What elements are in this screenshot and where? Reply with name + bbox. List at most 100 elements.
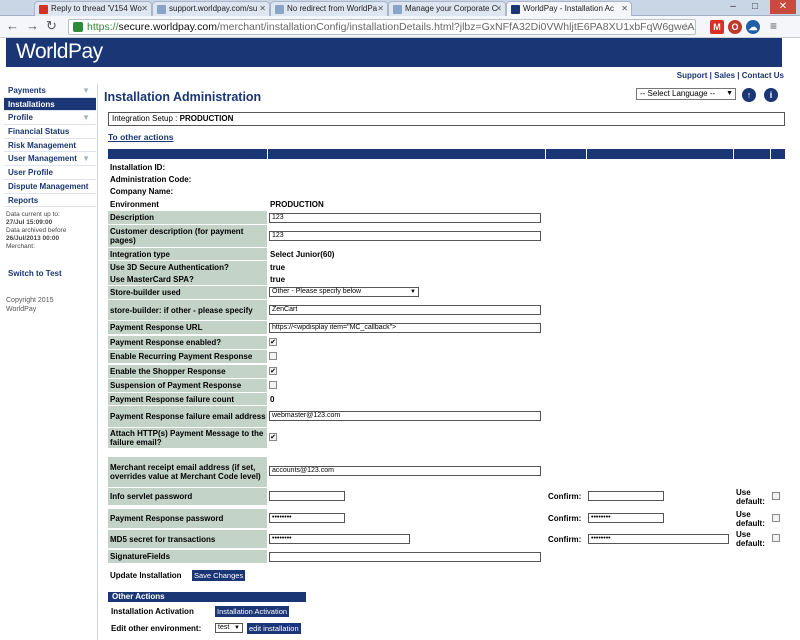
page-title: Installation Administration	[104, 90, 262, 104]
contact-link[interactable]: Contact Us	[742, 71, 784, 80]
md5-secret-input[interactable]: ••••••••	[269, 534, 410, 544]
sidebar-divider	[97, 84, 98, 640]
up-arrow-icon[interactable]: ↑	[742, 88, 756, 102]
sidebar-item-label: Financial Status	[8, 127, 70, 137]
forward-icon[interactable]: →	[26, 19, 39, 33]
sidebar-item-reports[interactable]: Reports	[4, 194, 96, 208]
maximize-icon[interactable]: □	[746, 0, 764, 14]
shopper-response-checkbox[interactable]: ✔	[269, 367, 277, 375]
use-3d-secure-value: true	[270, 262, 286, 272]
sidebar: Payments ▼ Installations Profile ▼ Financi…	[4, 84, 96, 640]
browser-tab[interactable]: No redirect from WorldPa ✕	[270, 1, 388, 16]
sidebar-item-dispute-management[interactable]: Dispute Management	[4, 180, 96, 194]
env-label: Integration Setup :	[112, 114, 180, 123]
use-mastercard-spa-value: true	[270, 274, 286, 284]
edit-installation-button[interactable]: edit installation	[247, 623, 301, 634]
md5-secret-confirm-input[interactable]: ••••••••	[588, 534, 729, 544]
admin-code-label: Administration Code:	[110, 174, 192, 184]
switch-to-test-link[interactable]: Switch to Test	[4, 269, 96, 278]
cloud-extension-icon[interactable]: ☁	[746, 20, 760, 34]
sidebar-item-risk-management[interactable]: Risk Management	[4, 139, 96, 153]
address-bar[interactable]: https://secure.worldpay.com/merchant/ins…	[68, 19, 696, 35]
page-icon	[275, 5, 284, 14]
sidebar-item-installations[interactable]: Installations	[4, 97, 96, 112]
close-icon[interactable]: ✕	[621, 4, 628, 13]
suspension-checkbox[interactable]	[269, 381, 277, 389]
merchant-receipt-input[interactable]: accounts@123.com	[269, 466, 541, 476]
browser-tab[interactable]: Reply to thread 'V154 Wo ✕	[34, 1, 152, 16]
payment-response-password-input[interactable]: ••••••••	[269, 513, 345, 523]
tab-label: No redirect from WorldPa	[287, 4, 378, 13]
gmail-icon	[39, 5, 48, 14]
minimize-icon[interactable]: –	[724, 0, 742, 14]
to-other-actions-link[interactable]: To other actions	[108, 132, 174, 142]
back-icon[interactable]: ←	[6, 19, 19, 33]
dropdown-arrow-icon: ▼	[410, 289, 416, 295]
close-icon[interactable]: ✕	[141, 4, 148, 13]
sidebar-item-user-profile[interactable]: User Profile	[4, 166, 96, 180]
use-default-label: Use default:	[736, 530, 765, 548]
description-label: Description	[108, 211, 267, 224]
tab-label: Manage your Corporate C	[405, 4, 498, 13]
url-host: secure.worldpay.com	[118, 21, 217, 33]
table-row: Use MasterCard SPA? true	[108, 273, 785, 285]
payment-response-enabled-checkbox[interactable]: ✔	[269, 338, 277, 346]
menu-icon[interactable]: ≡	[770, 19, 777, 33]
signature-fields-input[interactable]	[269, 552, 541, 562]
environment-select[interactable]: test ▼	[215, 623, 243, 633]
language-select[interactable]: -- Select Language -- ▼	[636, 88, 736, 100]
table-row: Payment Response password •••••••• Confi…	[108, 509, 785, 528]
worldpay-icon	[511, 5, 520, 14]
info-icon[interactable]: i	[764, 88, 778, 102]
close-icon[interactable]: ✕	[377, 4, 384, 13]
sidebar-item-label: User Profile	[8, 168, 53, 178]
md5-use-default-checkbox[interactable]	[772, 534, 780, 542]
save-changes-button[interactable]: Save Changes	[192, 570, 246, 581]
bookmark-star-icon[interactable]: ☆	[681, 20, 691, 34]
failure-count-value: 0	[270, 394, 275, 404]
info-servlet-password-input[interactable]	[269, 491, 345, 501]
description-input[interactable]: 123	[269, 213, 541, 223]
opera-extension-icon[interactable]: O	[728, 20, 742, 34]
payment-response-url-input[interactable]: https://<wpdisplay item="MC_callback">	[269, 323, 541, 333]
customer-description-input[interactable]: 123	[269, 231, 541, 241]
close-icon[interactable]: ✕	[495, 4, 502, 13]
store-builder-other-label: store-builder: if other - please specify	[108, 300, 267, 320]
table-row: Info servlet password Confirm: Use defau…	[108, 488, 785, 506]
info-servlet-confirm-input[interactable]	[588, 491, 664, 501]
url-path: /merchant/installationConfig/installatio…	[216, 21, 696, 33]
close-icon[interactable]: ✕	[259, 4, 266, 13]
other-actions-header: Other Actions	[108, 592, 306, 602]
payment-response-use-default-checkbox[interactable]	[772, 514, 780, 522]
separator: |	[737, 71, 740, 80]
table-row: Administration Code:	[108, 173, 785, 185]
window-close-icon[interactable]: ✕	[770, 0, 796, 14]
recurring-response-checkbox[interactable]	[269, 352, 277, 360]
sidebar-item-financial-status[interactable]: Financial Status	[4, 125, 96, 139]
gmail-extension-icon[interactable]: M	[710, 20, 724, 34]
chevron-down-icon: ▼	[82, 86, 90, 95]
data-status-note: Data current up to: 27/Jul 15:09:00 Data…	[4, 211, 96, 251]
table-row: Use 3D Secure Authentication? true	[108, 261, 785, 273]
chevron-down-icon: ▼	[82, 113, 90, 123]
sales-link[interactable]: Sales	[714, 71, 735, 80]
store-builder-other-input[interactable]: ZenCart	[269, 305, 541, 315]
failure-email-input[interactable]: webmaster@123.com	[269, 411, 541, 421]
table-row: SignatureFields	[108, 550, 785, 563]
info-servlet-use-default-checkbox[interactable]	[772, 492, 780, 500]
payment-response-password-confirm-input[interactable]: ••••••••	[588, 513, 664, 523]
installation-activation-button[interactable]: Installation Activation	[215, 606, 290, 617]
browser-tab-active[interactable]: WorldPay - Installation Ac ✕	[506, 1, 632, 16]
support-link[interactable]: Support	[677, 71, 708, 80]
sidebar-item-profile[interactable]: Profile ▼	[4, 111, 96, 126]
customer-description-label: Customer description (for payment pages)	[108, 225, 267, 247]
attach-http-checkbox[interactable]: ✔	[269, 433, 277, 441]
browser-tab[interactable]: support.worldpay.com/su ✕	[152, 1, 270, 16]
table-row: Environment PRODUCTION	[108, 198, 785, 210]
browser-tab[interactable]: Manage your Corporate C ✕	[388, 1, 506, 16]
reload-icon[interactable]: ↻	[46, 19, 57, 33]
sidebar-item-user-management[interactable]: User Management ▼	[4, 152, 96, 167]
sidebar-item-payments[interactable]: Payments ▼	[4, 84, 96, 98]
copyright: Copyright 2015 WorldPay	[4, 296, 96, 314]
store-builder-select[interactable]: Other - Please specify below ▼	[269, 287, 419, 297]
